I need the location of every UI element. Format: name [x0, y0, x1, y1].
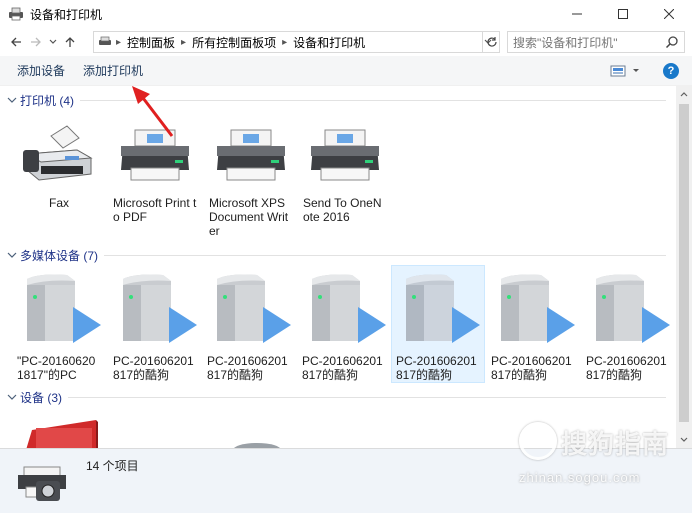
group-header-devices[interactable]: 设备 (3) — [0, 388, 670, 406]
printer-icon — [311, 129, 379, 181]
media-server-icon — [596, 274, 670, 343]
scroll-thumb[interactable] — [679, 104, 689, 422]
refresh-button[interactable] — [482, 31, 500, 53]
item-label: PC-201606201817的酷狗 — [207, 354, 288, 382]
media-server-icon — [217, 274, 291, 343]
close-icon — [664, 9, 674, 19]
search-placeholder: 搜索"设备和打印机" — [513, 35, 618, 50]
printer-item-onenote[interactable]: Send To OneNote 2016 — [299, 114, 391, 226]
media-item[interactable]: PC-201606201817的酷狗 — [582, 266, 674, 384]
media-item-selected[interactable]: PC-201606201817的酷狗 — [391, 265, 485, 383]
close-button[interactable] — [646, 0, 692, 28]
group-header-printers[interactable]: 打印机 (4) — [0, 91, 670, 109]
printer-icon — [217, 129, 285, 181]
media-server-icon — [312, 274, 386, 343]
add-device-button[interactable]: 添加设备 — [8, 62, 74, 79]
media-server-icon — [406, 274, 480, 343]
chevron-down-icon — [7, 394, 17, 400]
item-label: PC-201606201817的酷狗 — [491, 354, 572, 382]
arrow-right-icon — [31, 37, 41, 47]
media-item[interactable]: "PC-201606201817"的PC — [13, 266, 105, 384]
item-label: "PC-201606201817"的PC — [17, 354, 96, 382]
help-button[interactable]: ? — [663, 63, 679, 79]
computer-device-icon[interactable] — [22, 420, 98, 448]
fax-icon — [23, 125, 93, 181]
chevron-down-icon — [680, 437, 688, 442]
forward-button[interactable] — [26, 30, 46, 54]
item-label: PC-201606201817的酷狗 — [302, 354, 383, 382]
group-header-media[interactable]: 多媒体设备 (7) — [0, 246, 670, 264]
address-row: ▸ 控制面板 ▸ 所有控制面板项 ▸ 设备和打印机 搜索"设备和打印机" — [0, 28, 692, 56]
search-input[interactable]: 搜索"设备和打印机" — [507, 31, 685, 53]
chevron-down-icon — [633, 69, 639, 72]
chevron-down-icon — [7, 252, 17, 258]
item-count: 14 个项目 — [86, 459, 139, 473]
window-title: 设备和打印机 — [30, 7, 103, 22]
minimize-button[interactable] — [554, 0, 600, 28]
scroll-down-button[interactable] — [676, 432, 692, 448]
printer-item-fax[interactable]: Fax — [13, 114, 105, 212]
up-button[interactable] — [60, 30, 80, 54]
chevron-up-icon — [680, 92, 688, 97]
printer-item-xps-writer[interactable]: Microsoft XPS Document Writer — [205, 114, 297, 240]
annotation-arrow-icon — [132, 86, 174, 137]
breadcrumb-control-panel[interactable]: 控制面板 — [127, 34, 175, 51]
arrow-up-icon — [65, 37, 75, 47]
breadcrumb-separator[interactable]: ▸ — [181, 37, 186, 48]
back-button[interactable] — [6, 30, 26, 54]
breadcrumb-devices-printers[interactable]: 设备和打印机 — [293, 34, 365, 51]
group-divider — [104, 254, 666, 256]
item-label: PC-201606201817的酷狗 — [586, 354, 667, 382]
chevron-down-icon — [49, 39, 57, 44]
item-label: PC-201606201817的酷狗 — [113, 354, 194, 382]
item-label: Microsoft XPS Document Writer — [209, 196, 289, 238]
breadcrumb-all-items[interactable]: 所有控制面板项 — [192, 34, 276, 51]
item-label: Fax — [48, 196, 69, 210]
device-list: 打印机 (4) Fax Microsoft Print to PDF Micro… — [0, 86, 676, 448]
item-label: PC-201606201817的酷狗 — [396, 354, 477, 382]
address-bar[interactable]: ▸ 控制面板 ▸ 所有控制面板项 ▸ 设备和打印机 — [93, 31, 500, 53]
media-item[interactable]: PC-201606201817的酷狗 — [109, 266, 201, 384]
recent-locations-button[interactable] — [46, 30, 60, 54]
control-panel-icon — [99, 36, 111, 45]
title-bar: 设备和打印机 — [0, 0, 692, 28]
media-server-icon — [501, 274, 575, 343]
chevron-down-icon — [7, 97, 17, 103]
maximize-button[interactable] — [600, 0, 646, 28]
details-pane: 14 个项目 — [0, 448, 692, 513]
command-bar: 添加设备 添加打印机 ? — [0, 56, 692, 86]
group-divider — [68, 396, 666, 398]
media-server-icon — [27, 274, 101, 343]
view-icon — [610, 65, 626, 77]
group-title: 打印机 (4) — [20, 93, 75, 108]
media-server-icon — [123, 274, 197, 343]
group-title: 设备 (3) — [20, 390, 63, 405]
change-view-button[interactable] — [610, 64, 640, 78]
add-printer-button[interactable]: 添加打印机 — [74, 62, 152, 79]
refresh-icon — [486, 37, 497, 47]
scroll-up-button[interactable] — [676, 86, 692, 102]
search-icon — [665, 36, 678, 49]
breadcrumb-separator: ▸ — [116, 36, 122, 48]
breadcrumb-separator[interactable]: ▸ — [282, 37, 287, 48]
devices-printers-icon — [18, 466, 66, 501]
item-label: Send To OneNote 2016 — [303, 196, 382, 224]
item-label: Microsoft Print to PDF — [113, 196, 197, 224]
arrow-left-icon — [11, 37, 21, 47]
media-item[interactable]: PC-201606201817的酷狗 — [298, 266, 390, 384]
media-item[interactable]: PC-201606201817的酷狗 — [487, 266, 579, 384]
minimize-icon — [572, 13, 582, 15]
maximize-icon — [618, 9, 628, 19]
group-title: 多媒体设备 (7) — [20, 248, 99, 263]
media-item[interactable]: PC-201606201817的酷狗 — [203, 266, 295, 384]
vertical-scrollbar[interactable] — [676, 86, 692, 448]
devices-printers-icon — [9, 7, 23, 21]
